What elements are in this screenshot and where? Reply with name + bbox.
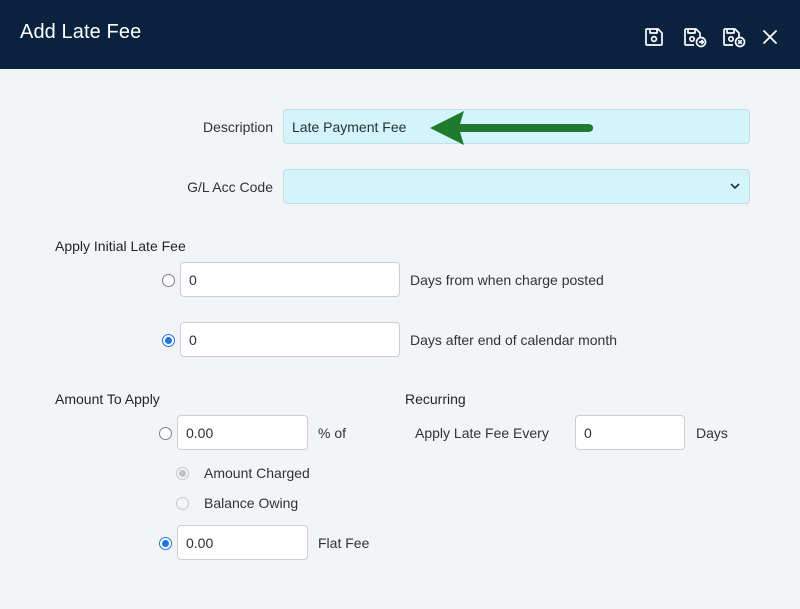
days-from-posted-label: Days from when charge posted xyxy=(410,272,604,288)
balance-owing-label: Balance Owing xyxy=(204,495,299,511)
days-after-month-end-radio[interactable] xyxy=(162,334,175,347)
percent-value: 0.00 xyxy=(186,424,214,441)
days-from-posted-value: 0 xyxy=(189,271,197,288)
gl-code-label: G/L Acc Code xyxy=(187,179,273,195)
amount-charged-radio[interactable] xyxy=(176,467,189,480)
flat-fee-value: 0.00 xyxy=(186,534,214,551)
green-arrow-pointer xyxy=(430,111,593,145)
gl-code-select[interactable] xyxy=(283,169,750,204)
flat-fee-input[interactable]: 0.00 xyxy=(177,525,308,560)
description-value: Late Payment Fee xyxy=(292,118,407,135)
percent-radio[interactable] xyxy=(159,427,172,440)
recurring-days-input[interactable]: 0 xyxy=(575,415,685,450)
initial-fee-heading: Apply Initial Late Fee xyxy=(55,238,186,254)
save-and-close-icon[interactable] xyxy=(721,24,747,50)
chevron-down-icon xyxy=(730,183,740,190)
percent-of-label: % of xyxy=(318,425,347,441)
days-after-month-end-input[interactable]: 0 xyxy=(180,322,400,357)
description-label: Description xyxy=(202,119,273,135)
save-icon[interactable] xyxy=(641,24,667,50)
percent-input[interactable]: 0.00 xyxy=(177,415,308,450)
days-from-posted-input[interactable]: 0 xyxy=(180,262,400,297)
flat-fee-radio[interactable] xyxy=(159,537,172,550)
amount-charged-label: Amount Charged xyxy=(204,465,310,481)
flat-fee-label: Flat Fee xyxy=(318,535,370,551)
close-icon[interactable] xyxy=(757,24,783,50)
dialog-title: Add Late Fee xyxy=(20,21,142,43)
recurring-label: Apply Late Fee Every xyxy=(415,425,549,441)
days-after-month-end-label: Days after end of calendar month xyxy=(410,332,618,348)
amount-heading: Amount To Apply xyxy=(55,391,160,407)
days-from-posted-radio[interactable] xyxy=(162,274,175,287)
balance-owing-radio[interactable] xyxy=(176,497,189,510)
dialog-header: Add Late Fee xyxy=(0,0,800,69)
days-after-month-end-value: 0 xyxy=(189,331,197,348)
save-and-new-icon[interactable] xyxy=(682,24,708,50)
recurring-unit-label: Days xyxy=(696,425,728,441)
recurring-days-value: 0 xyxy=(584,424,592,441)
recurring-heading: Recurring xyxy=(405,391,466,407)
